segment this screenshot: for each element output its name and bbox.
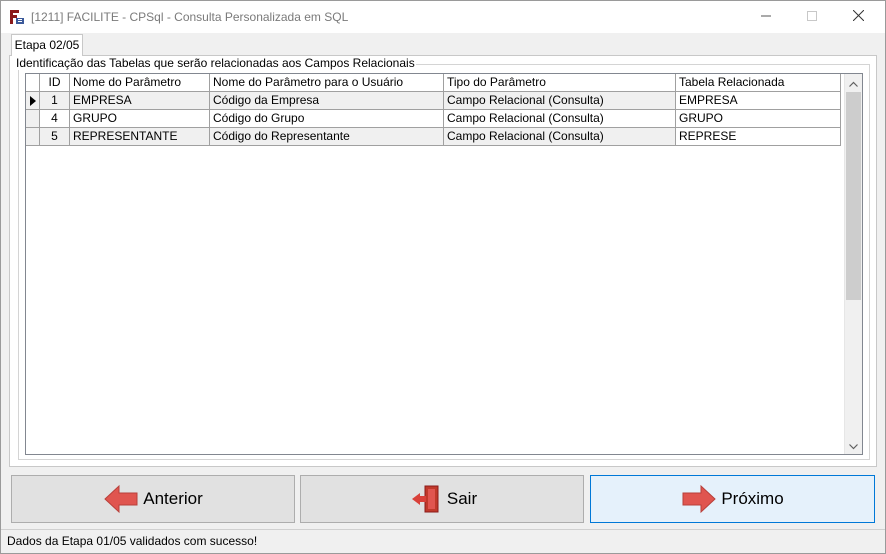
minimize-icon [761, 10, 771, 24]
cell-tabela[interactable]: EMPRESA [676, 92, 841, 110]
cell-tipo[interactable]: Campo Relacional (Consulta) [444, 128, 676, 146]
arrow-left-icon [103, 483, 139, 515]
cell-tipo[interactable]: Campo Relacional (Consulta) [444, 110, 676, 128]
chevron-up-icon [849, 76, 858, 90]
row-indicator[interactable] [26, 128, 40, 146]
tab-etapa[interactable]: Etapa 02/05 [11, 34, 83, 56]
grid-header: ID Nome do Parâmetro Nome do Parâmetro p… [26, 74, 841, 92]
proximo-label: Próximo [721, 489, 784, 508]
arrow-right-icon [681, 483, 717, 515]
scroll-thumb[interactable] [846, 92, 861, 300]
column-header-nome[interactable]: Nome do Parâmetro [70, 74, 210, 92]
cell-usuario[interactable]: Código do Grupo [210, 110, 444, 128]
status-text: Dados da Etapa 01/05 validados com suces… [7, 534, 258, 548]
current-row-arrow-icon [30, 96, 36, 106]
maximize-icon [807, 10, 817, 24]
cell-id[interactable]: 5 [40, 128, 70, 146]
cell-tabela[interactable]: REPRESE [676, 128, 841, 146]
row-indicator[interactable] [26, 110, 40, 128]
maximize-button[interactable] [789, 1, 835, 33]
header-indicator [26, 74, 40, 92]
cell-id[interactable]: 4 [40, 110, 70, 128]
status-bar: Dados da Etapa 01/05 validados com suces… [1, 529, 885, 553]
row-indicator[interactable] [26, 92, 40, 110]
cell-usuario[interactable]: Código do Representante [210, 128, 444, 146]
column-header-id[interactable]: ID [40, 74, 70, 92]
scroll-up-button[interactable] [845, 74, 862, 91]
exit-door-icon [407, 483, 443, 515]
cell-nome[interactable]: GRUPO [70, 110, 210, 128]
sair-label: Sair [446, 489, 478, 508]
sair-button[interactable]: Sair [300, 475, 584, 523]
proximo-button[interactable]: Próximo [590, 475, 875, 523]
vertical-scrollbar[interactable] [844, 74, 862, 454]
close-button[interactable] [835, 1, 881, 33]
window-title: [1211] FACILITE - CPSql - Consulta Perso… [31, 10, 349, 24]
parameter-grid[interactable]: ID Nome do Parâmetro Nome do Parâmetro p… [25, 73, 863, 455]
title-bar[interactable]: [1211] FACILITE - CPSql - Consulta Perso… [1, 1, 885, 33]
cell-id[interactable]: 1 [40, 92, 70, 110]
minimize-button[interactable] [743, 1, 789, 33]
anterior-button[interactable]: Anterior [11, 475, 295, 523]
main-window: [1211] FACILITE - CPSql - Consulta Perso… [0, 0, 886, 554]
chevron-down-icon [849, 439, 858, 453]
facilite-app-icon[interactable] [9, 9, 25, 25]
column-header-tabela[interactable]: Tabela Relacionada [676, 74, 841, 92]
anterior-label: Anterior [143, 489, 203, 508]
column-header-usuario[interactable]: Nome do Parâmetro para o Usuário [210, 74, 444, 92]
cell-nome[interactable]: REPRESENTANTE [70, 128, 210, 146]
cell-nome[interactable]: EMPRESA [70, 92, 210, 110]
group-legend: Identificação das Tabelas que serão rela… [15, 56, 416, 70]
cell-tabela[interactable]: GRUPO [676, 110, 841, 128]
table-row[interactable]: 5 REPRESENTANTE Código do Representante … [26, 128, 841, 146]
column-header-tipo[interactable]: Tipo do Parâmetro [444, 74, 676, 92]
scroll-down-button[interactable] [845, 437, 862, 454]
cell-tipo[interactable]: Campo Relacional (Consulta) [444, 92, 676, 110]
cell-usuario[interactable]: Código da Empresa [210, 92, 444, 110]
table-row[interactable]: 4 GRUPO Código do Grupo Campo Relacional… [26, 110, 841, 128]
table-row[interactable]: 1 EMPRESA Código da Empresa Campo Relaci… [26, 92, 841, 110]
close-icon [852, 9, 864, 24]
